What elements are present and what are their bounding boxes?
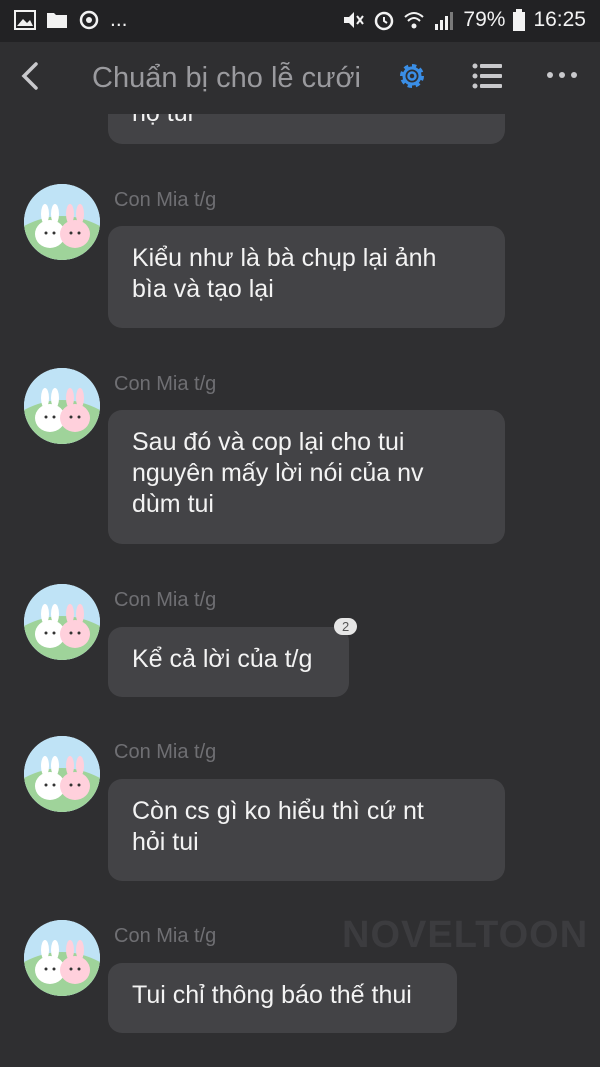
wifi-icon	[404, 12, 425, 29]
page-title: Chuẩn bị cho lễ cưới	[92, 62, 361, 94]
gear-icon[interactable]	[396, 60, 428, 92]
mute-icon	[344, 12, 365, 28]
sync-icon	[79, 10, 99, 30]
gallery-icon	[14, 10, 36, 30]
clock: 16:25	[533, 8, 586, 31]
signal-icon	[435, 12, 454, 30]
avatar[interactable]	[24, 584, 100, 660]
message-text: Kể cả lời của t/g	[132, 645, 313, 673]
status-right: 79% 16:25	[341, 8, 586, 32]
bunny-avatar-icon	[24, 184, 100, 260]
avatar[interactable]	[24, 920, 100, 996]
message-bubble[interactable]: Sau đó và cop lại cho tui nguyên mấy lời…	[108, 410, 505, 544]
message-line: nguyên mấy lời nói của nv	[132, 459, 424, 487]
avatar[interactable]	[24, 736, 100, 812]
bunny-avatar-icon	[24, 736, 100, 812]
message-list[interactable]: họ tui Con Mia t/g Kiểu như là bà chụp l…	[0, 114, 600, 1067]
message-line: dùm tui	[132, 490, 214, 518]
bunny-avatar-icon	[24, 584, 100, 660]
folder-icon	[47, 13, 67, 28]
message-line: hỏi tui	[132, 828, 199, 856]
status-bar: ... 79% 16:25	[0, 0, 600, 42]
bunny-avatar-icon	[24, 920, 100, 996]
message-bubble[interactable]: Còn cs gì ko hiểu thì cứ nt hỏi tui	[108, 779, 505, 881]
sender-name: Con Mia t/g	[114, 925, 217, 947]
status-overflow: ...	[110, 8, 128, 31]
message-bubble[interactable]: Tui chỉ thông báo thế thui	[108, 963, 457, 1033]
battery-icon	[513, 9, 526, 31]
alarm-icon	[375, 11, 394, 31]
sender-name: Con Mia t/g	[114, 373, 217, 395]
watermark: NOVELTOON	[342, 914, 589, 956]
message-line: Kiểu như là bà chụp lại ảnh	[132, 244, 437, 272]
message-text: họ tui	[132, 114, 193, 127]
avatar[interactable]	[24, 184, 100, 260]
sender-name: Con Mia t/g	[114, 589, 217, 611]
message-bubble[interactable]: Kiểu như là bà chụp lại ảnh bìa và tạo l…	[108, 226, 505, 328]
sender-name: Con Mia t/g	[114, 741, 217, 763]
message-line: bìa và tạo lại	[132, 275, 274, 303]
status-left: ...	[14, 8, 128, 32]
message-bubble[interactable]: họ tui	[108, 114, 505, 144]
more-icon[interactable]	[546, 70, 578, 80]
battery-percent: 79%	[463, 8, 506, 31]
bunny-avatar-icon	[24, 368, 100, 444]
list-icon[interactable]	[472, 62, 502, 90]
comment-count-badge[interactable]: 2	[334, 618, 358, 635]
message-bubble[interactable]: Kể cả lời của t/g	[108, 627, 349, 697]
message-text: Tui chỉ thông báo thế thui	[132, 981, 412, 1009]
sender-name: Con Mia t/g	[114, 189, 217, 211]
avatar[interactable]	[24, 368, 100, 444]
back-icon[interactable]	[14, 56, 44, 96]
message-line: Còn cs gì ko hiểu thì cứ nt	[132, 797, 424, 825]
app-bar: Chuẩn bị cho lễ cưới	[0, 42, 600, 114]
message-line: Sau đó và cop lại cho tui	[132, 428, 405, 456]
